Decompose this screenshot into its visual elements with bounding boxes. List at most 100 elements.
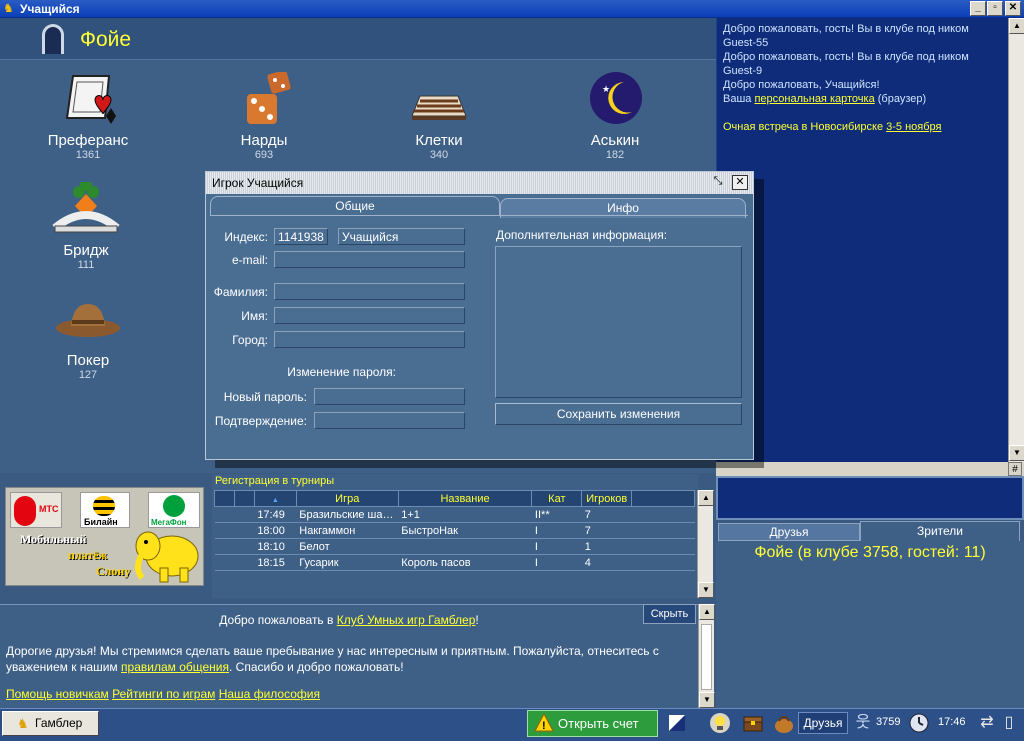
welcome-links: Помощь новичкам Рейтинги по играм Наша ф… — [6, 687, 320, 701]
svg-text:★: ★ — [602, 84, 610, 94]
open-account-button[interactable]: ! Открыть счет — [527, 710, 658, 737]
new-password-field[interactable] — [314, 388, 465, 405]
bridge-icon — [51, 179, 121, 238]
start-label: Гамблер — [35, 716, 83, 730]
extra-info-textarea[interactable] — [495, 246, 742, 398]
welcome-body: Дорогие друзья! Мы стремимся сделать ваш… — [6, 644, 659, 674]
cell-category: I — [531, 538, 582, 555]
table-row[interactable]: 18:15 Гусарик Король пасов I 4 — [214, 554, 695, 571]
column-header[interactable] — [214, 490, 235, 507]
confirm-password-field[interactable] — [314, 412, 465, 429]
scroll-down-icon[interactable]: ▼ — [698, 582, 714, 598]
window-titlebar: ♞ Учащийся _ ▫ ✕ — [0, 0, 1024, 18]
gambler-logo-icon: ♞ — [17, 716, 29, 731]
svg-text:!: ! — [542, 720, 546, 732]
shield-icon[interactable] — [666, 712, 688, 734]
game-count: 182 — [605, 149, 625, 161]
foyer-title: Фойе — [80, 28, 132, 51]
scroll-thumb[interactable] — [701, 624, 712, 690]
game-count: 127 — [78, 369, 98, 381]
bag-icon[interactable] — [773, 712, 795, 734]
game-name: Бридж — [63, 242, 109, 259]
table-row[interactable]: 18:10 Белот I 1 — [214, 538, 695, 555]
chat-corner-button[interactable]: # — [1008, 462, 1022, 476]
scroll-up-icon[interactable]: ▲ — [699, 604, 715, 620]
mobile-payment-banner[interactable]: МТС Билайн МегаФон Мобильный платёж Слон… — [5, 487, 204, 586]
cell-name: 1+1 — [398, 506, 532, 523]
cell-players: 7 — [581, 522, 632, 539]
restore-icon[interactable]: ⤡ — [710, 175, 726, 190]
meeting-text: Очная встреча в Новосибирске — [723, 121, 884, 133]
rules-link[interactable]: правилам общения — [121, 660, 229, 674]
email-field[interactable] — [274, 251, 465, 268]
index-field[interactable] — [274, 228, 328, 245]
chat-scrollbar[interactable]: ▲ ▼ — [1008, 18, 1024, 462]
warning-icon: ! — [534, 712, 554, 733]
personal-card-link[interactable]: персональная карточка — [754, 93, 874, 105]
philosophy-link[interactable]: Наша философия — [219, 687, 320, 701]
chest-icon[interactable] — [742, 712, 764, 734]
cell-players: 7 — [581, 506, 632, 523]
cell-time: 18:00 — [254, 522, 297, 539]
game-poker[interactable]: Покер 127 — [8, 292, 168, 381]
column-header-game[interactable]: Игра — [295, 490, 399, 507]
tab-general[interactable]: Общие — [210, 196, 500, 216]
scroll-down-icon[interactable]: ▼ — [699, 692, 715, 708]
tab-friends[interactable]: Друзья — [718, 523, 860, 541]
surname-field[interactable] — [274, 283, 465, 300]
maximize-button[interactable]: ▫ — [987, 1, 1003, 16]
chat-input[interactable] — [716, 476, 1024, 520]
bulb-icon[interactable] — [709, 712, 731, 734]
close-button[interactable]: ✕ — [1005, 1, 1021, 16]
game-count: 111 — [77, 259, 95, 271]
game-name: Аськин — [590, 132, 640, 149]
dialog-close-button[interactable]: ✕ — [732, 175, 748, 190]
table-row[interactable]: 18:00 Накгаммон БыстроНак I 7 — [214, 522, 695, 539]
window-title: Учащийся — [20, 2, 80, 16]
chat-line: Добро пожаловать, гость! Вы в клубе под … — [723, 51, 969, 63]
scroll-up-icon[interactable]: ▲ — [698, 490, 714, 506]
network-icon[interactable]: ⇄ — [976, 712, 998, 734]
column-header-players[interactable]: Игроков — [581, 490, 633, 507]
cell-time: 18:10 — [254, 538, 297, 555]
chat-splitter[interactable]: # — [716, 462, 1024, 476]
game-name: Нарды — [240, 132, 288, 149]
document-icon[interactable]: ▯ — [998, 712, 1020, 734]
game-preferans[interactable]: Преферанс 1361 — [8, 72, 168, 161]
column-header-time[interactable]: ▲ — [253, 490, 297, 507]
minimize-button[interactable]: _ — [970, 1, 986, 16]
scroll-up-icon[interactable]: ▲ — [1009, 18, 1024, 34]
welcome-scrollbar[interactable]: ▲ ▼ — [698, 604, 715, 708]
nickname-field[interactable] — [338, 228, 465, 245]
scroll-down-icon[interactable]: ▼ — [1009, 445, 1024, 461]
dialog-titlebar[interactable]: Игрок Учащийся ⤡ ✕ — [206, 172, 753, 194]
name-field[interactable] — [274, 307, 465, 324]
table-row[interactable]: 17:49 Бразильские ша… 1+1 II** 7 — [214, 506, 695, 523]
hide-button[interactable]: Скрыть — [643, 604, 696, 624]
tournament-scrollbar[interactable]: ▲ ▼ — [697, 490, 714, 598]
extra-info-label: Дополнительная информация: — [496, 228, 668, 242]
tournament-table: ▲ Игра Название Кат Игроков 17:49 Бразил… — [214, 490, 695, 571]
game-askin[interactable]: ★ Аськин 182 — [535, 72, 695, 161]
meeting-date-link[interactable]: 3-5 ноября — [886, 121, 941, 133]
club-link[interactable]: Клуб Умных игр Гамблер — [337, 613, 476, 627]
card-prefix: Ваша — [723, 93, 752, 105]
tab-viewers[interactable]: Зрители — [860, 521, 1020, 541]
newbie-help-link[interactable]: Помощь новичкам — [6, 687, 109, 701]
clock-time: 17:46 — [938, 716, 966, 728]
chat-log[interactable]: Добро пожаловать, гость! Вы в клубе под … — [716, 18, 1008, 462]
game-kletki[interactable]: Клетки 340 — [359, 72, 519, 161]
friends-button[interactable]: Друзья — [798, 712, 848, 734]
column-header[interactable] — [631, 490, 695, 507]
city-field[interactable] — [274, 331, 465, 348]
save-changes-button[interactable]: Сохранить изменения — [495, 403, 742, 425]
ad-line-1: Мобильный — [20, 532, 87, 546]
game-bridge[interactable]: Бридж 111 — [6, 179, 166, 271]
ratings-link[interactable]: Рейтинги по играм — [112, 687, 215, 701]
column-header-category[interactable]: Кат — [531, 490, 583, 507]
game-nardy[interactable]: Нарды 693 — [184, 70, 344, 161]
beeline-logo: Билайн — [80, 492, 130, 528]
column-header-name[interactable]: Название — [397, 490, 533, 507]
gambler-start-button[interactable]: ♞ Гамблер — [2, 711, 99, 736]
column-header[interactable] — [233, 490, 255, 507]
